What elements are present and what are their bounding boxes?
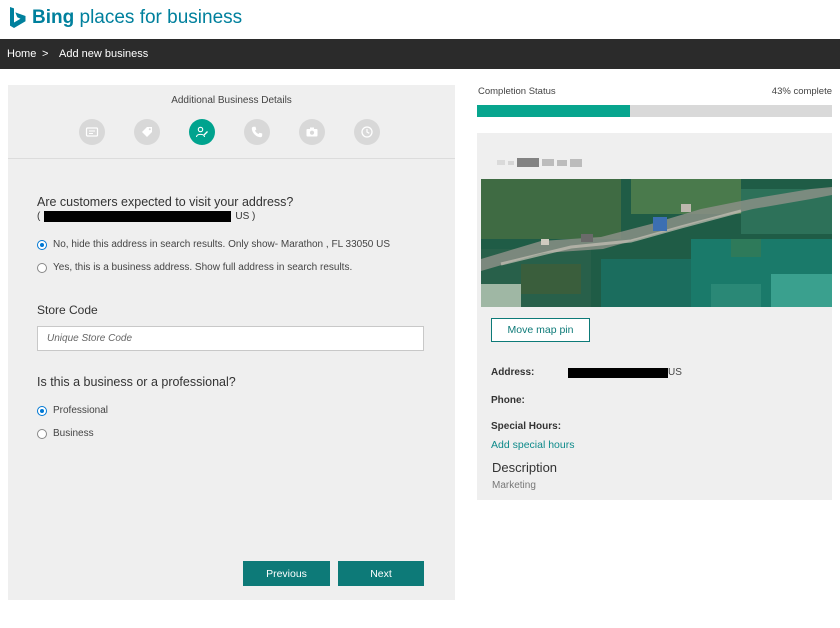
- step-additional-details[interactable]: [189, 119, 215, 145]
- breadcrumb: Home > Add new business: [0, 39, 840, 69]
- business-details-form: Additional Business Details Are customer…: [8, 85, 455, 600]
- visit-question: Are customers expected to visit your add…: [37, 195, 294, 209]
- header: Bing places for business: [0, 0, 840, 39]
- completion-percent: 43% complete: [771, 86, 832, 97]
- step-title: Additional Business Details: [171, 95, 292, 106]
- description-title: Description: [492, 460, 558, 475]
- add-special-hours-link[interactable]: Add special hours: [491, 439, 574, 451]
- completion-progress-bar: [477, 105, 832, 117]
- steps-divider: [8, 158, 455, 159]
- store-code-input[interactable]: [37, 326, 424, 351]
- completion-progress-fill: [477, 105, 630, 117]
- step-hours[interactable]: [354, 119, 380, 145]
- special-hours-label: Special Hours:: [491, 421, 562, 432]
- camera-icon: [306, 127, 318, 137]
- satellite-map-image: [481, 179, 832, 307]
- radio-hide-address[interactable]: No, hide this address in search results.…: [37, 239, 390, 250]
- radio-professional-button[interactable]: [37, 405, 47, 416]
- radio-business-label: Business: [53, 428, 94, 439]
- radio-professional[interactable]: Professional: [37, 405, 108, 416]
- phone-icon: [251, 126, 263, 138]
- clock-icon: [361, 126, 373, 138]
- radio-hide-address-label: No, hide this address in search results.…: [53, 239, 391, 250]
- bing-logo-icon: [10, 7, 26, 28]
- tag-icon: [142, 127, 152, 137]
- move-map-pin-button[interactable]: Move map pin: [491, 318, 590, 342]
- radio-business[interactable]: Business: [37, 428, 94, 439]
- radio-professional-label: Professional: [53, 405, 109, 416]
- radio-hide-address-button[interactable]: [37, 239, 47, 250]
- step-category[interactable]: [134, 119, 160, 145]
- business-type-question: Is this a business or a professional?: [37, 375, 236, 389]
- description-value: Marketing: [492, 480, 536, 491]
- previous-button[interactable]: Previous: [243, 561, 330, 586]
- radio-show-address-label: Yes, this is a business address. Show fu…: [53, 262, 353, 273]
- user-edit-icon: [195, 126, 208, 138]
- wizard-steps: [8, 119, 455, 145]
- bing-places-logo[interactable]: Bing places for business: [9, 7, 242, 29]
- blurred-business-name: [497, 158, 582, 167]
- card-address-suffix: US: [668, 367, 682, 378]
- radio-show-address[interactable]: Yes, this is a business address. Show fu…: [37, 262, 352, 273]
- breadcrumb-separator: >: [42, 48, 49, 60]
- brand-bold: Bing: [32, 7, 75, 28]
- radio-business-button[interactable]: [37, 428, 47, 439]
- address-line: ( US ): [37, 211, 255, 222]
- completion-status-label: Completion Status: [478, 86, 556, 97]
- next-button[interactable]: Next: [338, 561, 424, 586]
- address-open-paren: (: [37, 211, 41, 222]
- id-card-icon: [85, 127, 99, 137]
- phone-label: Phone:: [491, 395, 525, 406]
- address-suffix: US ): [235, 211, 256, 222]
- step-basic-info[interactable]: [79, 119, 105, 145]
- address-value: US: [568, 367, 682, 378]
- redacted-address: [44, 211, 232, 222]
- redacted-card-address: [568, 367, 668, 378]
- step-contact[interactable]: [244, 119, 270, 145]
- business-preview-card: Move map pin Address: US Phone: Special …: [477, 133, 832, 500]
- map-view[interactable]: [481, 179, 832, 307]
- breadcrumb-home-link[interactable]: Home: [7, 48, 36, 60]
- radio-show-address-button[interactable]: [37, 262, 47, 273]
- breadcrumb-current: Add new business: [59, 48, 149, 60]
- store-code-label: Store Code: [37, 303, 98, 317]
- brand-rest: places for business: [74, 7, 243, 28]
- step-photos[interactable]: [299, 119, 325, 145]
- brand-name: Bing places for business: [32, 7, 242, 29]
- address-label: Address:: [491, 367, 535, 378]
